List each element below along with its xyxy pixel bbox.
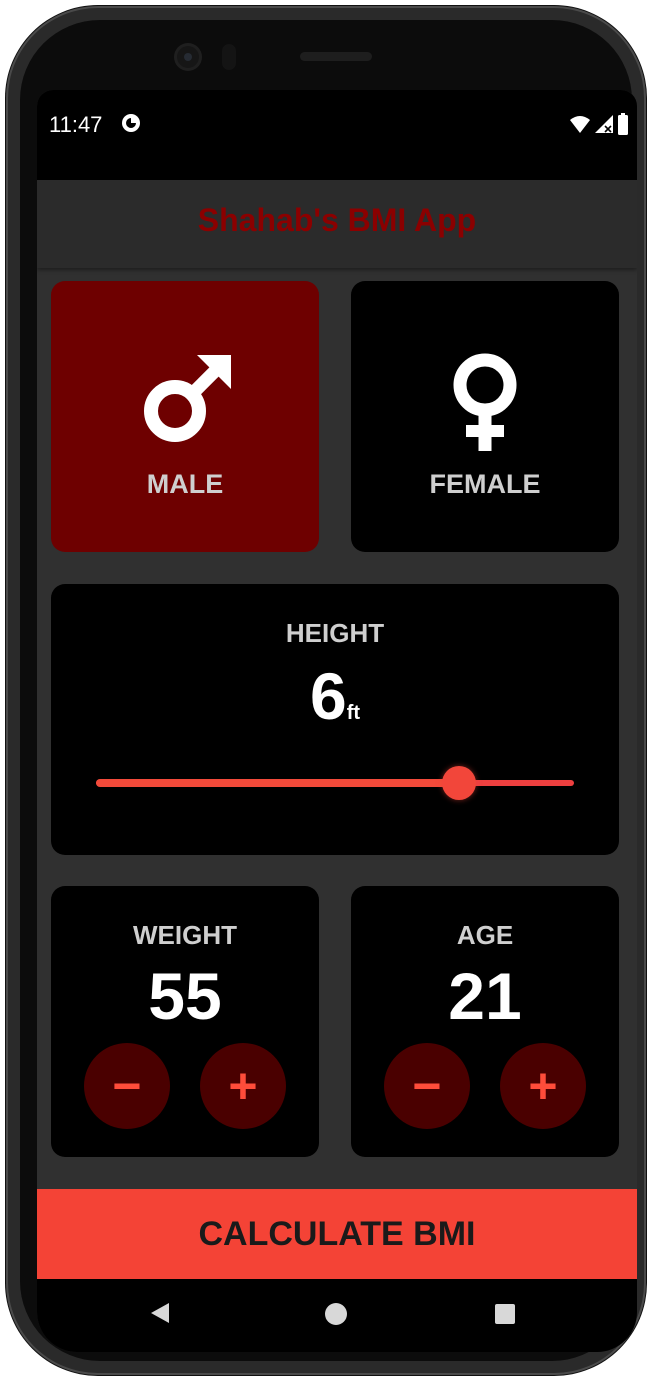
home-icon[interactable] [325,1303,347,1325]
female-card[interactable]: FEMALE [351,281,619,552]
app-notification-icon [122,114,140,132]
age-value: 21 [448,959,522,1033]
male-card[interactable]: MALE [51,281,319,552]
female-label: FEMALE [429,469,541,499]
height-label: HEIGHT [285,618,385,648]
male-symbol-icon [144,355,231,442]
age-increment-button[interactable]: + [500,1043,586,1129]
wifi-icon [570,116,590,133]
system-nav-bar [37,1279,637,1352]
app-title: Shahab's BMI App [197,202,477,238]
height-value-row: 6ft [51,658,619,734]
weight-value: 55 [148,959,222,1033]
earpiece-speaker [300,52,372,61]
minus-icon: − [412,1058,442,1114]
plus-icon: + [228,1058,258,1114]
back-icon[interactable] [149,1301,171,1325]
age-card: AGE 21 − + [351,886,619,1157]
minus-icon: − [112,1058,142,1114]
cellular-signal-icon [595,115,613,133]
height-value: 6 [309,659,347,733]
battery-icon [618,113,628,135]
calculate-bmi-button[interactable]: CALCULATE BMI [37,1189,637,1279]
height-unit: ft [346,702,361,724]
age-label: AGE [456,920,514,950]
height-card: HEIGHT 6ft [51,584,619,855]
height-slider-thumb[interactable] [442,766,476,800]
front-camera-icon [177,46,199,68]
weight-decrement-button[interactable]: − [84,1043,170,1129]
screen: 11:47 Shahab's BMI App MALE FEMALE HEIGH… [37,90,637,1352]
female-symbol-icon [453,353,517,451]
plus-icon: + [528,1058,558,1114]
height-slider-fill [96,779,459,787]
weight-label: WEIGHT [133,920,237,950]
height-slider[interactable] [96,766,574,800]
weight-card: WEIGHT 55 − + [51,886,319,1157]
status-time: 11:47 [49,112,103,137]
status-icons [569,112,629,136]
calculate-bmi-label: CALCULATE BMI [198,1214,476,1253]
status-bar: 11:47 [37,90,637,180]
app-bar: Shahab's BMI App [37,180,637,268]
recents-icon[interactable] [495,1304,515,1324]
proximity-sensor [222,44,236,70]
male-label: MALE [146,469,224,499]
weight-increment-button[interactable]: + [200,1043,286,1129]
age-decrement-button[interactable]: − [384,1043,470,1129]
